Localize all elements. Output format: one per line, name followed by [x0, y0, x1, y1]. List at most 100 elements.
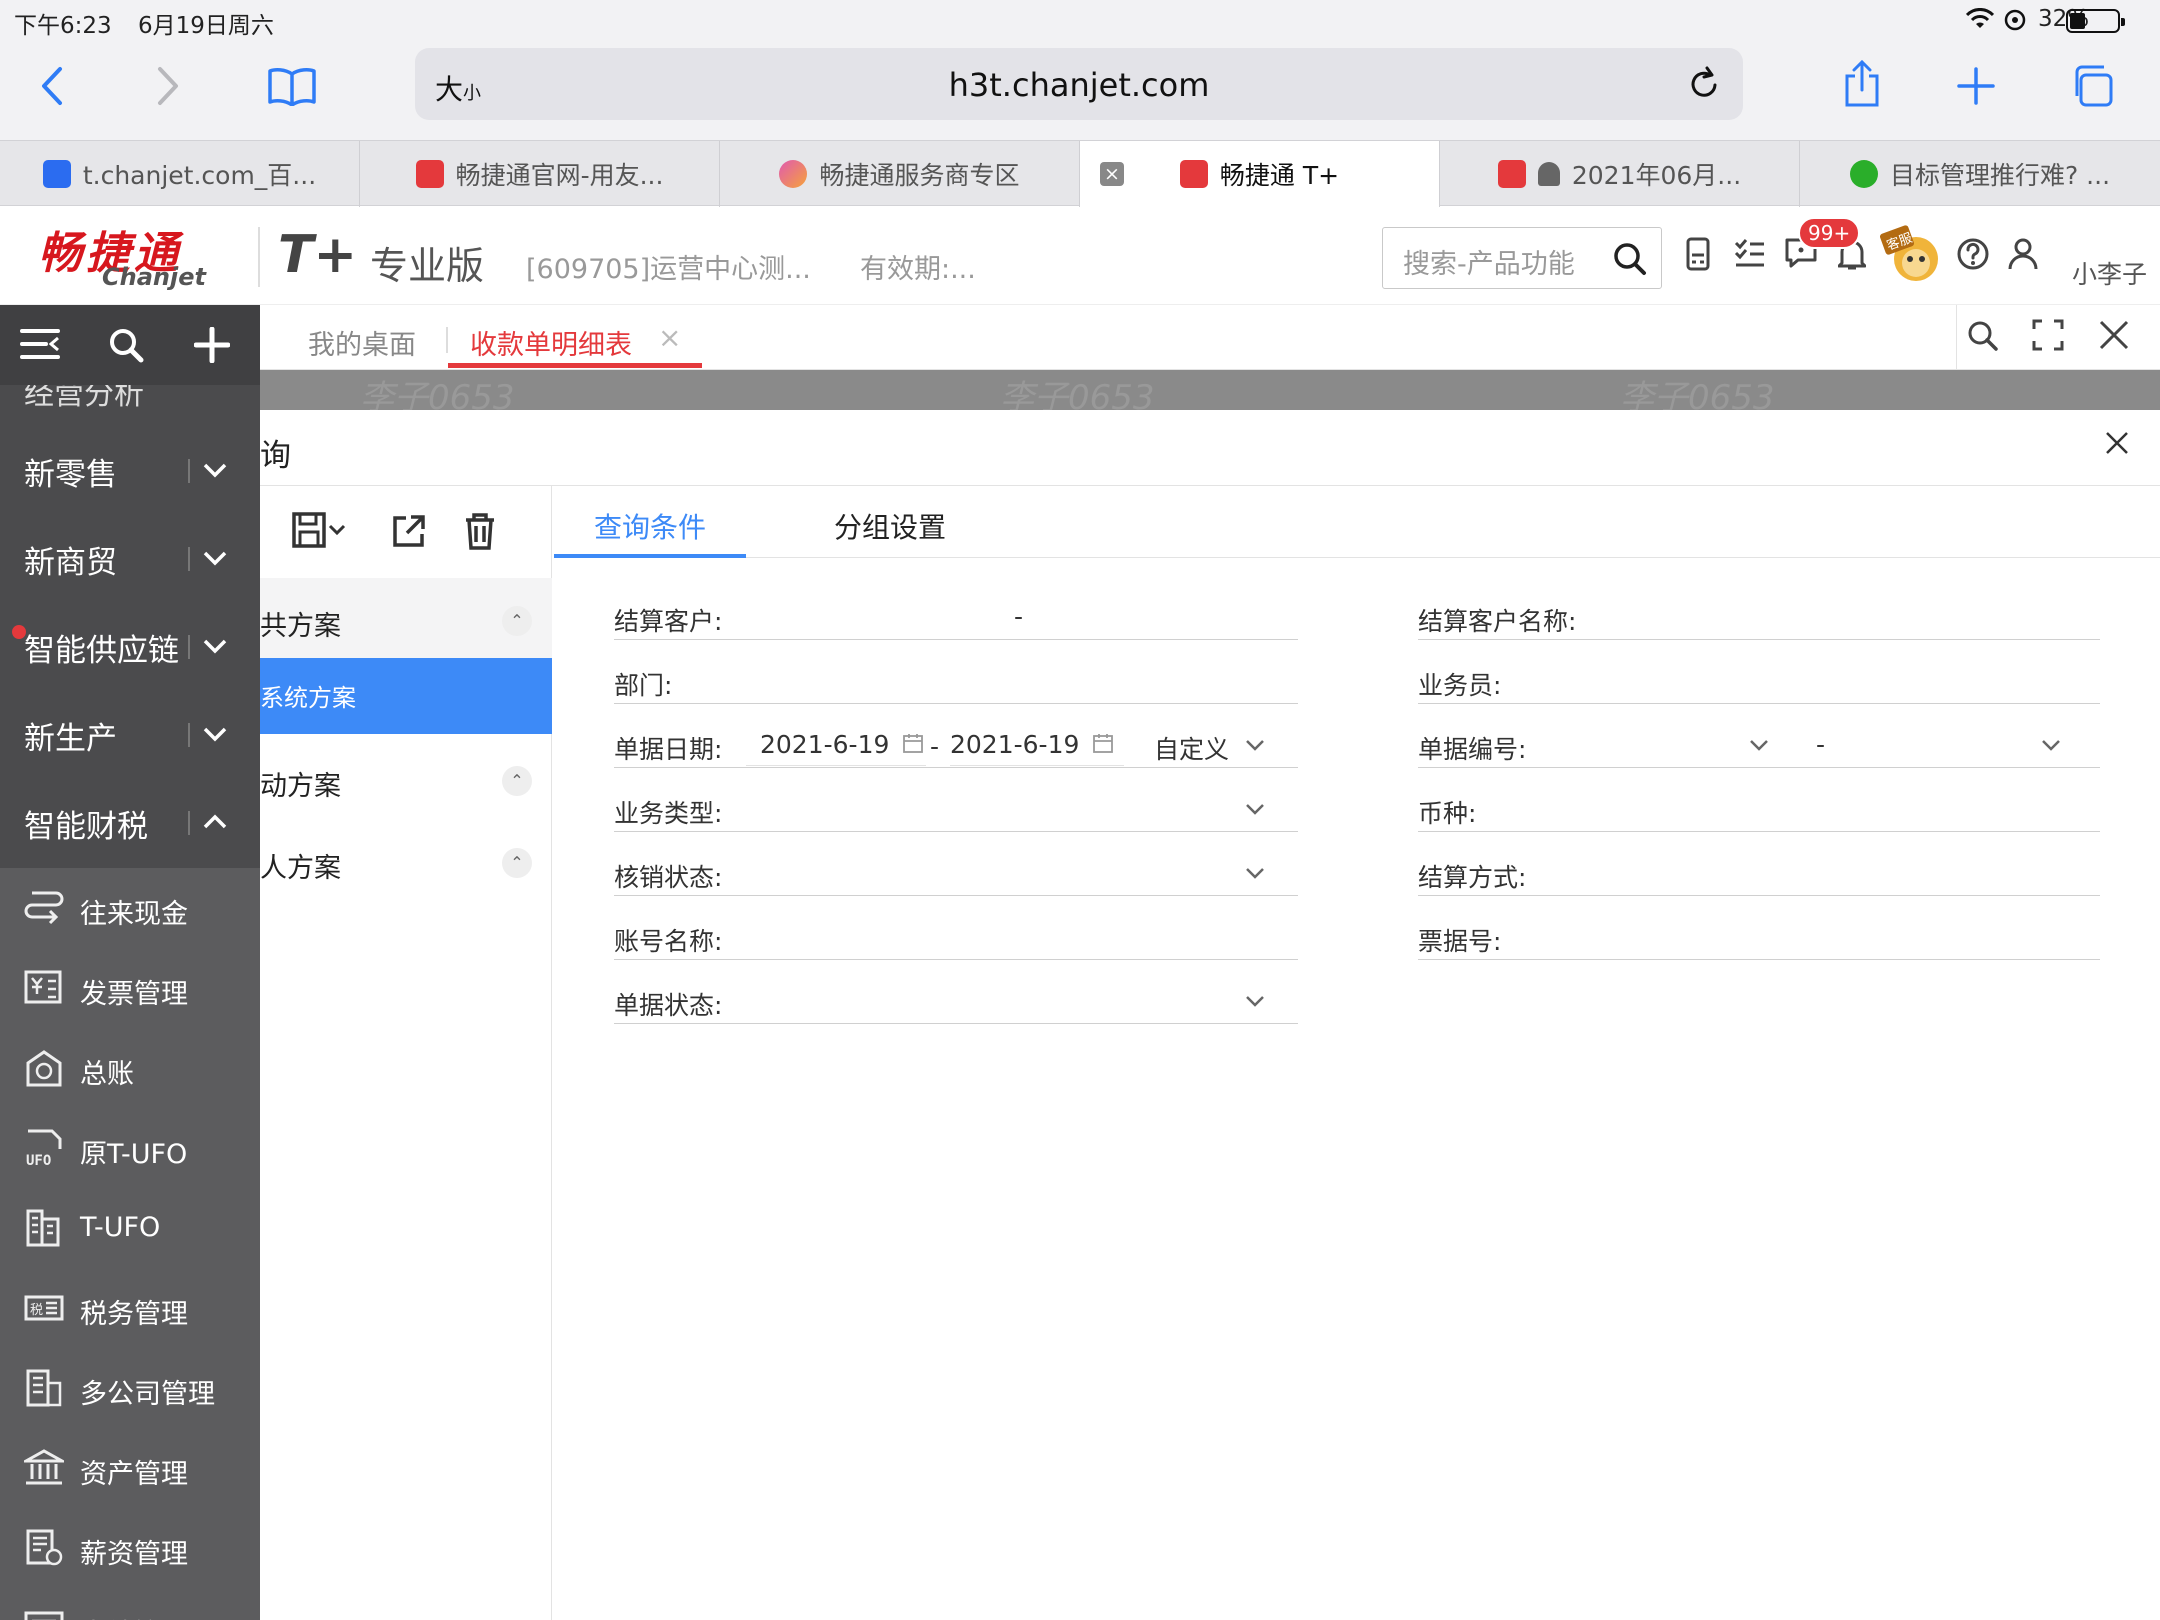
chevron-up-icon[interactable]: ⌃: [502, 606, 532, 636]
close-tab-icon[interactable]: ×: [1100, 162, 1124, 186]
field-account-name[interactable]: 账号名称:: [614, 914, 1298, 960]
field-bill-number[interactable]: 票据号:: [1418, 914, 2100, 960]
scheme-group-personal[interactable]: 人方案 ⌃: [260, 826, 552, 902]
sidebar-group-new-trade[interactable]: 新商贸: [0, 515, 260, 603]
user-icon[interactable]: [2008, 237, 2038, 271]
tab-query-conditions[interactable]: 查询条件: [594, 506, 706, 546]
calculator-icon[interactable]: [1686, 237, 1710, 271]
checklist-icon[interactable]: [1734, 237, 1766, 269]
browser-tab[interactable]: 2021年06月...: [1440, 141, 1800, 207]
field-department[interactable]: 部门:: [614, 658, 1298, 704]
calendar-icon[interactable]: [1092, 732, 1114, 754]
field-business-type[interactable]: 业务类型:: [614, 786, 1298, 832]
logo-english: Chanjet: [102, 263, 206, 291]
tab-receipt-detail[interactable]: 收款单明细表: [470, 323, 632, 362]
chevron-down-icon: [203, 727, 227, 742]
chevron-down-icon[interactable]: [1244, 990, 1266, 1012]
scheme-item-system[interactable]: 系统方案: [260, 658, 552, 734]
calendar-icon[interactable]: [902, 732, 924, 754]
building-icon: [26, 1209, 60, 1247]
reload-icon[interactable]: [1687, 65, 1721, 101]
sidebar-group-new-production[interactable]: 新生产: [0, 691, 260, 779]
scheme-panel: 共方案 ⌃ 系统方案 动方案 ⌃ 人方案 ⌃: [260, 486, 552, 1620]
field-currency[interactable]: 币种:: [1418, 786, 2100, 832]
search-icon[interactable]: [1613, 242, 1647, 276]
date-to-input[interactable]: 2021-6-19: [950, 724, 1124, 766]
chevron-down-icon[interactable]: [2040, 734, 2062, 756]
menu-collapse-icon[interactable]: [20, 327, 60, 361]
field-settle-method[interactable]: 结算方式:: [1418, 850, 2100, 896]
bookmarks-button[interactable]: [260, 54, 324, 118]
browser-tab[interactable]: 畅捷通官网-用友...: [360, 141, 720, 207]
field-doc-number[interactable]: 单据编号: -: [1418, 722, 2100, 768]
chevron-up-icon[interactable]: ⌃: [502, 766, 532, 796]
account-name[interactable]: [609705]运营中心测...: [526, 247, 811, 286]
sidebar-item-invoice[interactable]: 发票管理: [0, 948, 260, 1028]
chevron-right-icon: [158, 67, 178, 105]
save-icon[interactable]: [292, 512, 348, 550]
sidebar-item-multi-company[interactable]: 多公司管理: [0, 1348, 260, 1428]
field-customer-name[interactable]: 结算客户名称:: [1418, 594, 2100, 640]
sidebar-item-ledger[interactable]: 总账: [0, 1028, 260, 1108]
field-doc-status[interactable]: 单据状态:: [614, 978, 1298, 1024]
date-from-input[interactable]: 2021-6-19: [746, 724, 926, 766]
sidebar-item-cash[interactable]: 往来现金: [0, 868, 260, 948]
export-icon[interactable]: [392, 514, 426, 548]
date-range-select[interactable]: 自定义: [1154, 730, 1229, 766]
fullscreen-icon[interactable]: [2032, 319, 2064, 351]
user-name[interactable]: 小李子: [2072, 255, 2147, 291]
sidebar-item-payroll[interactable]: 薪资管理: [0, 1508, 260, 1588]
close-tab-icon[interactable]: ×: [658, 321, 681, 354]
scheme-group-dynamic[interactable]: 动方案 ⌃: [260, 744, 552, 820]
chevron-down-icon[interactable]: [1244, 862, 1266, 884]
share-button[interactable]: [1830, 52, 1894, 116]
search-icon[interactable]: [108, 327, 144, 363]
chevron-down-icon[interactable]: [1748, 734, 1770, 756]
field-settle-customer[interactable]: 结算客户: -: [614, 594, 1298, 640]
customer-service-icon[interactable]: 客服: [1880, 223, 1944, 285]
browser-tab[interactable]: t.chanjet.com_百...: [0, 141, 360, 207]
app-header: 畅捷通 Chanjet T+ 专业版 [609705]运营中心测... 有效期:…: [0, 207, 2160, 305]
product-edition: 专业版: [370, 244, 485, 288]
browser-tab[interactable]: 目标管理推行难? ...: [1800, 141, 2160, 207]
function-search-input[interactable]: 搜索-产品功能: [1382, 227, 1662, 289]
field-salesman[interactable]: 业务员:: [1418, 658, 2100, 704]
sidebar-item-cashier[interactable]: 出纳管理: [0, 1588, 260, 1620]
close-icon[interactable]: [2098, 319, 2130, 351]
sidebar-item-old-tufo[interactable]: UFO 原T-UFO: [0, 1108, 260, 1188]
chevron-down-icon: [203, 639, 227, 654]
tabs-overview-button[interactable]: [2060, 54, 2124, 118]
exchange-icon: [24, 891, 64, 925]
chevron-down-icon[interactable]: [1244, 798, 1266, 820]
browser-tab-active[interactable]: 畅捷通 T+: [1080, 141, 1440, 207]
close-icon[interactable]: [2104, 430, 2130, 456]
tab-my-desktop[interactable]: 我的桌面: [308, 323, 416, 362]
sidebar-item-tax[interactable]: 税 税务管理: [0, 1268, 260, 1348]
sidebar-item-assets[interactable]: 资产管理: [0, 1428, 260, 1508]
active-tab-indicator: [448, 363, 702, 368]
new-tab-button[interactable]: [1944, 54, 2008, 118]
chevron-down-icon[interactable]: [1244, 734, 1266, 756]
sidebar-group-finance-tax[interactable]: 智能财税: [0, 779, 260, 867]
plus-icon[interactable]: [194, 327, 230, 363]
address-bar[interactable]: 大小 h3t.chanjet.com: [415, 48, 1743, 120]
url-text: h3t.chanjet.com: [948, 66, 1210, 104]
browser-tab[interactable]: 畅捷通服务商专区: [720, 141, 1080, 207]
scheme-group-public[interactable]: 共方案 ⌃: [260, 584, 552, 660]
sidebar-group-supply-chain[interactable]: 智能供应链: [0, 603, 260, 691]
field-writeoff-status[interactable]: 核销状态:: [614, 850, 1298, 896]
chevron-down-icon: [203, 551, 227, 566]
delete-icon[interactable]: [464, 512, 496, 550]
tab-group-settings[interactable]: 分组设置: [834, 506, 946, 546]
help-icon[interactable]: [1956, 237, 1990, 271]
sidebar-group-new-retail[interactable]: 新零售: [0, 427, 260, 515]
sidebar-item-tufo[interactable]: T-UFO: [0, 1188, 260, 1268]
chevron-up-icon[interactable]: ⌃: [502, 848, 532, 878]
forward-button[interactable]: [136, 54, 200, 118]
back-button[interactable]: [20, 54, 84, 118]
status-bar: 下午6:23 6月19日周六 32%: [0, 0, 2160, 40]
divider: [446, 327, 448, 353]
status-date: 6月19日周六: [138, 13, 274, 39]
search-icon[interactable]: [1966, 319, 2000, 353]
invoice-icon: [24, 970, 62, 1004]
